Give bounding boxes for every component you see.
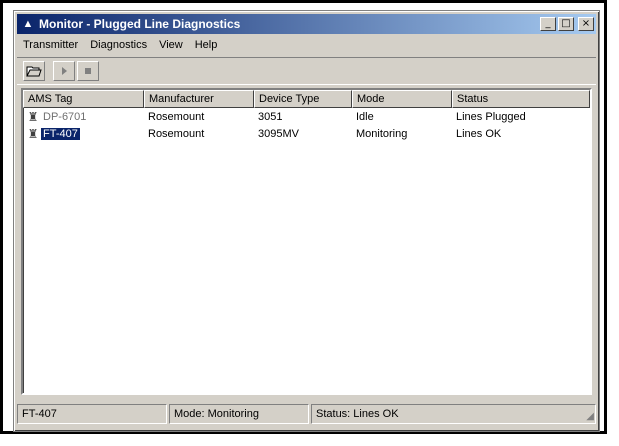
monitor-window: ▲ Monitor - Plugged Line Diagnostics _ □… xyxy=(13,10,600,432)
list-header: AMS Tag Manufacturer Device Type Mode St… xyxy=(23,90,590,108)
manufacturer-cell: Rosemount xyxy=(148,110,205,123)
status-bar: FT-407 Mode: Monitoring Status: Lines OK… xyxy=(17,403,596,425)
status-device: FT-407 xyxy=(17,404,167,424)
ams-tag[interactable]: DP-6701 xyxy=(41,111,88,123)
device-type-cell: 3095MV xyxy=(258,127,299,140)
mode-cell: Idle xyxy=(356,110,374,123)
column-header-device-type[interactable]: Device Type xyxy=(254,90,352,108)
column-header-mode[interactable]: Mode xyxy=(352,90,452,108)
column-header-manufacturer[interactable]: Manufacturer xyxy=(144,90,254,108)
resize-grip-icon[interactable]: ◢ xyxy=(582,411,594,423)
table-row[interactable]: ♜ DP-6701 Rosemount 3051 Idle Lines Plug… xyxy=(23,108,590,125)
toolbar xyxy=(17,57,596,85)
menu-transmitter[interactable]: Transmitter xyxy=(17,39,84,51)
title-bar[interactable]: ▲ Monitor - Plugged Line Diagnostics _ □… xyxy=(17,14,596,34)
manufacturer-cell: Rosemount xyxy=(148,127,205,140)
menu-help[interactable]: Help xyxy=(189,39,224,51)
app-icon: ▲ xyxy=(22,18,34,30)
status-status: Status: Lines OK xyxy=(311,404,596,424)
start-button[interactable] xyxy=(53,61,75,81)
open-button[interactable] xyxy=(23,61,45,81)
minimize-button[interactable]: _ xyxy=(540,17,556,31)
stop-icon xyxy=(85,68,91,74)
device-list[interactable]: AMS Tag Manufacturer Device Type Mode St… xyxy=(21,88,592,395)
status-cell: Lines OK xyxy=(456,127,502,140)
device-type-cell: 3051 xyxy=(258,110,283,123)
column-header-status[interactable]: Status xyxy=(452,90,590,108)
menu-view[interactable]: View xyxy=(153,39,189,51)
status-mode: Mode: Monitoring xyxy=(169,404,309,424)
status-cell: Lines Plugged xyxy=(456,110,526,123)
transmitter-icon: ♜ xyxy=(27,109,39,124)
play-icon xyxy=(62,67,67,75)
mode-cell: Monitoring xyxy=(356,127,408,140)
ams-tag-selected[interactable]: FT-407 xyxy=(41,127,80,140)
table-row[interactable]: ♜ FT-407 Rosemount 3095MV Monitoring Lin… xyxy=(23,125,590,142)
close-button[interactable]: × xyxy=(578,17,594,31)
column-header-ams-tag[interactable]: AMS Tag xyxy=(23,90,144,108)
stop-button[interactable] xyxy=(77,61,99,81)
open-folder-icon xyxy=(26,66,42,77)
window-title: Monitor - Plugged Line Diagnostics xyxy=(39,17,241,31)
transmitter-icon: ♜ xyxy=(27,126,39,141)
maximize-button[interactable]: □ xyxy=(558,17,574,31)
menu-diagnostics[interactable]: Diagnostics xyxy=(84,39,153,51)
menu-bar: Transmitter Diagnostics View Help xyxy=(17,36,596,54)
